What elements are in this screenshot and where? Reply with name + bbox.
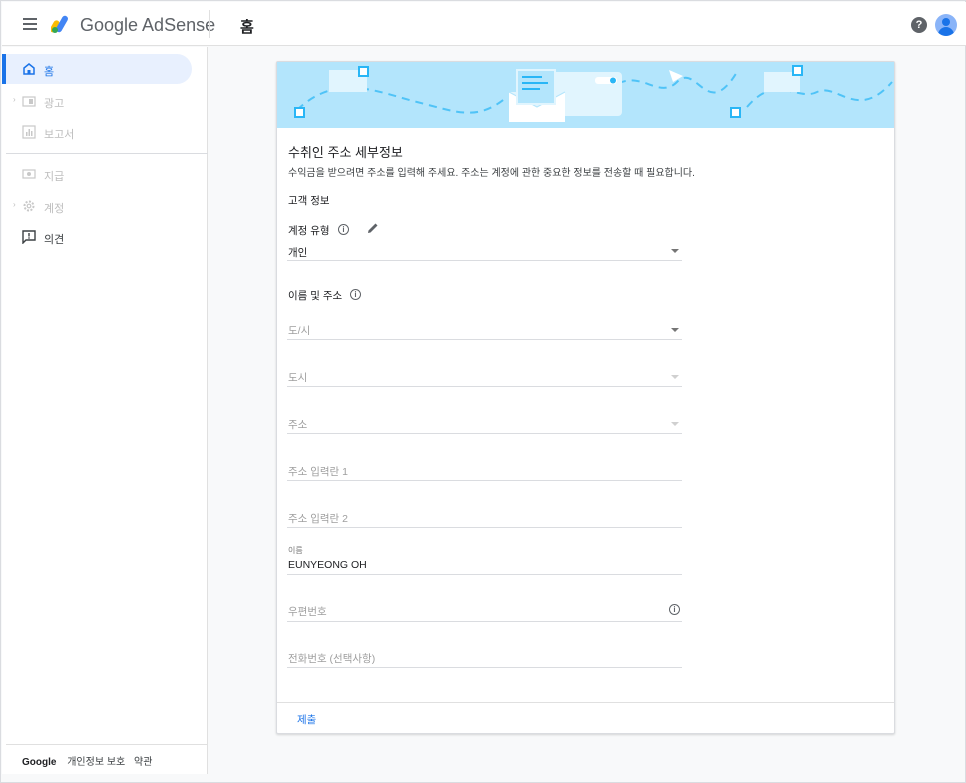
- sidebar-item-payments[interactable]: 지급: [6, 159, 192, 189]
- dropdown-arrow-icon: [671, 422, 679, 426]
- address-line1-input[interactable]: 주소 입력란 1: [287, 461, 682, 481]
- customer-info-heading: 고객 정보: [288, 195, 330, 207]
- footer-brand: Google: [22, 757, 57, 768]
- top-app-bar: Google AdSense 홈 ?: [2, 2, 966, 46]
- name-floating-label: 이름: [288, 546, 303, 555]
- dropdown-arrow-icon: [671, 249, 679, 253]
- mail-banner-illustration: [277, 62, 894, 128]
- name-input[interactable]: 이름 EUNYEONG OH: [287, 543, 682, 575]
- submit-button[interactable]: 제출: [297, 712, 316, 727]
- brand-divider: [209, 10, 210, 38]
- account-type-value: 개인: [288, 247, 308, 259]
- sidebar-item-label: 의견: [44, 234, 65, 246]
- sidebar-item-label: 보고서: [44, 129, 75, 141]
- feedback-icon: [22, 230, 36, 244]
- sidebar-item-label: 광고: [44, 98, 65, 110]
- card-description: 수익금을 받으려면 주소를 입력해 주세요. 주소는 계정에 관한 중요한 정보…: [288, 168, 695, 179]
- help-icon[interactable]: ?: [911, 17, 927, 33]
- dropdown-arrow-icon: [671, 328, 679, 332]
- adsense-logo-icon: [51, 15, 68, 33]
- home-icon: [23, 63, 35, 75]
- province-placeholder: 도/시: [288, 325, 311, 337]
- page-title: 홈: [240, 19, 254, 36]
- app-frame: Google AdSense 홈 ? 홈 › 광고 보고서 지급 › 계정 의견…: [0, 0, 966, 783]
- sidebar-item-ads[interactable]: › 광고: [6, 86, 192, 116]
- sidebar-footer: Google 개인정보 보호 약관: [22, 753, 158, 768]
- address-select[interactable]: 주소: [287, 413, 682, 434]
- payments-icon: [22, 169, 36, 179]
- account-type-select[interactable]: 개인: [287, 242, 682, 261]
- sidebar-item-reports[interactable]: 보고서: [6, 117, 192, 147]
- address-placeholder: 주소: [288, 419, 308, 431]
- chevron-right-icon: ›: [13, 200, 16, 209]
- name-value: EUNYEONG OH: [288, 559, 367, 571]
- phone-input[interactable]: 전화번호 (선택사항): [287, 648, 682, 668]
- ads-icon: [22, 96, 36, 107]
- sidebar-item-home[interactable]: 홈: [2, 54, 192, 84]
- province-select[interactable]: 도/시: [287, 319, 682, 340]
- terms-link[interactable]: 약관: [134, 757, 152, 768]
- city-placeholder: 도시: [288, 372, 308, 384]
- reports-icon: [22, 125, 36, 139]
- payee-address-card: 수취인 주소 세부정보 수익금을 받으려면 주소를 입력해 주세요. 주소는 계…: [276, 61, 895, 734]
- card-title: 수취인 주소 세부정보: [288, 145, 403, 160]
- brand-name: Google AdSense: [80, 15, 216, 35]
- account-type-label: 계정 유형: [288, 225, 330, 237]
- address-line1-placeholder: 주소 입력란 1: [288, 466, 348, 478]
- phone-placeholder: 전화번호 (선택사항): [288, 653, 376, 665]
- info-icon[interactable]: i: [350, 289, 361, 300]
- name-address-label: 이름 및 주소: [288, 290, 343, 302]
- gear-icon: [23, 200, 35, 212]
- privacy-link[interactable]: 개인정보 보호: [67, 757, 125, 768]
- postal-code-placeholder: 우편번호: [288, 606, 327, 618]
- address-line2-placeholder: 주소 입력란 2: [288, 513, 348, 525]
- menu-icon[interactable]: [20, 15, 40, 33]
- city-select[interactable]: 도시: [287, 366, 682, 387]
- sidebar-item-label: 홈: [44, 66, 55, 78]
- sidebar: 홈 › 광고 보고서 지급 › 계정 의견 Google 개인정보 보호 약관: [2, 47, 208, 774]
- sidebar-item-label: 계정: [44, 203, 65, 215]
- postal-code-input[interactable]: 우편번호: [287, 601, 682, 622]
- dropdown-arrow-icon: [671, 375, 679, 379]
- card-footer-divider: [277, 702, 894, 703]
- sidebar-item-feedback[interactable]: 의견: [6, 222, 192, 252]
- avatar[interactable]: [935, 14, 957, 36]
- chevron-right-icon: ›: [13, 95, 16, 104]
- sidebar-divider: [6, 153, 208, 154]
- address-line2-input[interactable]: 주소 입력란 2: [287, 508, 682, 528]
- pencil-edit-icon[interactable]: [366, 221, 380, 235]
- info-icon[interactable]: i: [669, 604, 680, 615]
- sidebar-footer-divider: [6, 744, 208, 745]
- sidebar-item-label: 지급: [44, 171, 65, 183]
- sidebar-item-account[interactable]: › 계정: [6, 191, 192, 221]
- info-icon[interactable]: i: [338, 224, 349, 235]
